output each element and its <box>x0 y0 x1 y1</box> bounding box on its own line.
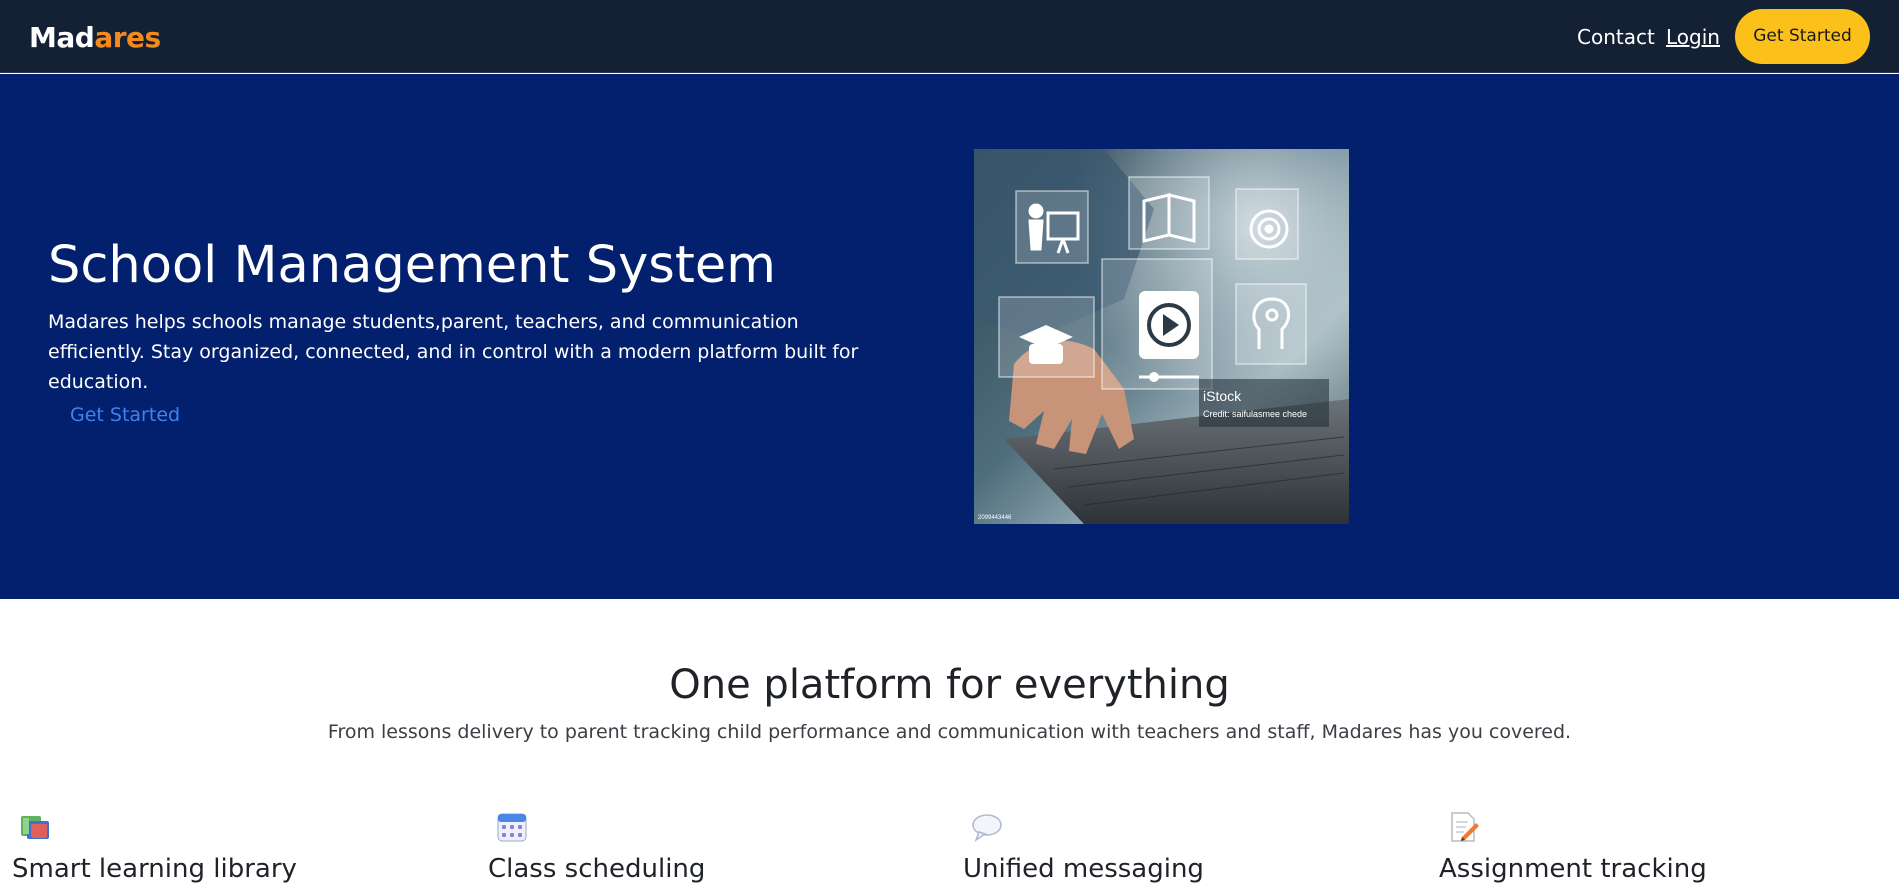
feature-title-library: Smart learning library <box>12 854 297 884</box>
books-icon <box>19 810 53 844</box>
features-subtitle: From lessons delivery to parent tracking… <box>327 721 1572 743</box>
feature-card-scheduling: Class scheduling <box>488 810 915 884</box>
feature-card-messaging: Unified messaging <box>963 810 1390 884</box>
hero-subtitle: Madares helps schools manage students,pa… <box>48 311 859 393</box>
brand-logo[interactable]: Madares <box>29 20 161 56</box>
nav-login-link[interactable]: Login <box>1666 24 1720 50</box>
hero-section: School Management System Madares helps s… <box>0 74 1899 599</box>
feature-title-scheduling: Class scheduling <box>488 854 706 884</box>
brand-name-part1: Mad <box>29 21 95 54</box>
nav-get-started-button[interactable]: Get Started <box>1735 9 1870 64</box>
image-id-text: 2099443446 <box>978 515 1012 521</box>
hero-image: iStock Credit: saifulasmee chede 2099443… <box>974 149 1349 524</box>
hero-title: School Management System <box>48 236 776 295</box>
image-credit-text: Credit: saifulasmee chede <box>1203 409 1307 419</box>
feature-card-library: Smart learning library <box>12 810 439 884</box>
feature-card-assignments: Assignment tracking <box>1439 810 1866 884</box>
speech-bubble-icon <box>970 810 1004 844</box>
nav-contact-link[interactable]: Contact <box>1577 24 1655 50</box>
features-section: One platform for everything From lessons… <box>0 600 1899 884</box>
features-title: One platform for everything <box>669 662 1230 708</box>
image-watermark-text: iStock <box>1203 388 1242 404</box>
calendar-icon <box>495 810 529 844</box>
brand-name-part2: ares <box>94 21 161 54</box>
hero-get-started-link[interactable]: Get Started <box>70 402 180 428</box>
navbar: Madares Contact Login Get Started <box>0 0 1899 73</box>
feature-title-assignments: Assignment tracking <box>1439 854 1707 884</box>
feature-title-messaging: Unified messaging <box>963 854 1204 884</box>
memo-icon <box>1446 810 1480 844</box>
